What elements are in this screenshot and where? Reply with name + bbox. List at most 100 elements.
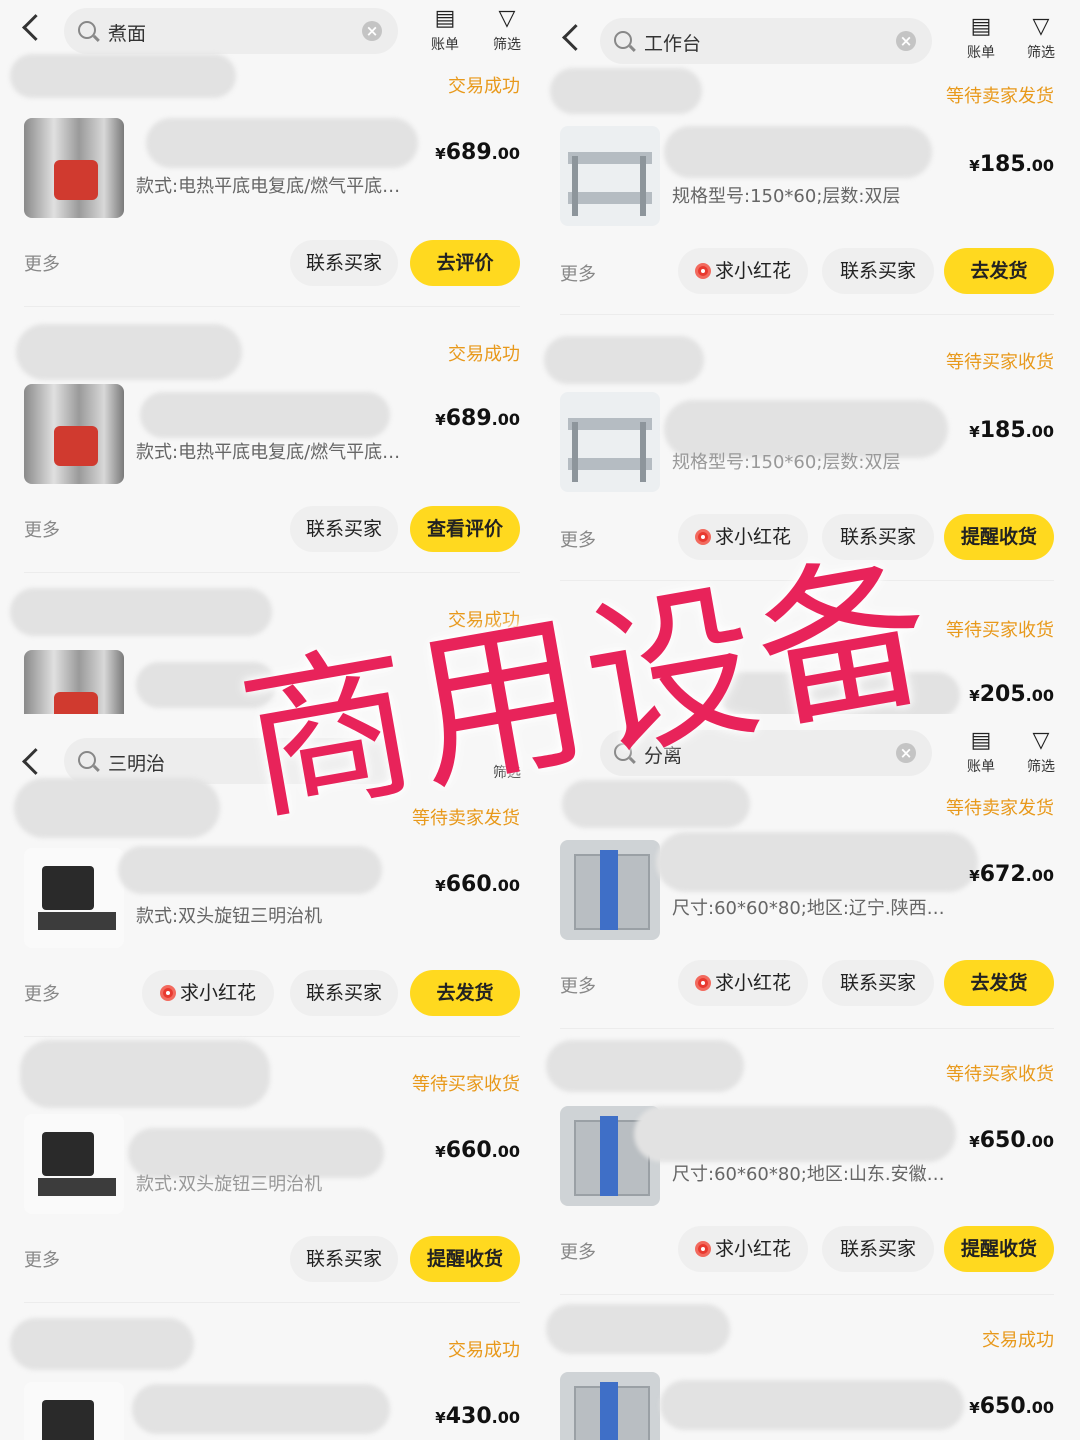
remind-receipt-button[interactable]: 提醒收货 xyxy=(944,1226,1054,1272)
product-spec: 款式:电热平底电复底/燃气平底… xyxy=(136,442,401,463)
buyer-name-redacted xyxy=(14,778,220,838)
order-status: 等待买家收货 xyxy=(946,1064,1054,1085)
flower-icon xyxy=(694,1241,711,1257)
product-title-redacted xyxy=(656,832,978,892)
product-title-redacted xyxy=(146,118,418,168)
product-spec: 款式:双头旋钮三明治机 xyxy=(136,906,323,927)
ship-button[interactable]: 去发货 xyxy=(944,248,1054,294)
ship-button[interactable]: 去发货 xyxy=(410,970,520,1016)
filter-button[interactable]: ▽ 筛选 xyxy=(1016,728,1066,776)
search-icon xyxy=(614,31,632,49)
top-bar: 工作台 × ▤ 账单 ▽ 筛选 xyxy=(540,0,1080,64)
product-thumbnail[interactable] xyxy=(560,126,660,226)
filter-button[interactable]: ▽ 筛选 xyxy=(482,6,532,54)
divider xyxy=(560,1294,1054,1295)
ask-flower-button[interactable]: 求小红花 xyxy=(142,970,274,1016)
product-title-redacted xyxy=(664,126,932,178)
more-link[interactable]: 更多 xyxy=(24,516,60,542)
order-price: ¥205.00 xyxy=(969,682,1054,707)
order-price: ¥689.00 xyxy=(435,406,520,431)
product-thumbnail[interactable] xyxy=(24,118,124,218)
order-status: 交易成功 xyxy=(448,344,520,365)
product-thumbnail[interactable] xyxy=(560,392,660,492)
product-thumbnail[interactable] xyxy=(24,1382,124,1440)
remind-receipt-button[interactable]: 提醒收货 xyxy=(410,1236,520,1282)
bill-icon: ▤ xyxy=(970,728,992,753)
contact-buyer-button[interactable]: 联系买家 xyxy=(290,240,398,286)
product-title-redacted xyxy=(140,392,390,438)
search-box[interactable]: 煮面 × xyxy=(64,8,398,54)
divider xyxy=(560,314,1054,315)
order-price: ¥185.00 xyxy=(969,418,1054,443)
order-price: ¥430.00 xyxy=(435,1404,520,1429)
contact-buyer-button[interactable]: 联系买家 xyxy=(290,506,398,552)
bill-button[interactable]: ▤ 账单 xyxy=(956,14,1006,62)
buyer-name-redacted xyxy=(546,1304,730,1354)
buyer-name-redacted xyxy=(10,1318,194,1370)
contact-buyer-button[interactable]: 联系买家 xyxy=(290,970,398,1016)
contact-buyer-button[interactable]: 联系买家 xyxy=(822,960,934,1006)
search-input[interactable]: 三明治 xyxy=(108,749,165,776)
product-thumbnail[interactable] xyxy=(560,1372,660,1440)
review-button[interactable]: 去评价 xyxy=(410,240,520,286)
product-thumbnail[interactable] xyxy=(24,384,124,484)
clear-icon[interactable]: × xyxy=(362,21,382,41)
ask-flower-button[interactable]: 求小红花 xyxy=(678,248,808,294)
order-price: ¥660.00 xyxy=(435,1138,520,1163)
order-status: 等待买家收货 xyxy=(946,620,1054,641)
product-spec: 尺寸:60*60*80;地区:山东.安徽… xyxy=(672,1164,945,1185)
flower-icon xyxy=(694,263,711,279)
product-thumbnail[interactable] xyxy=(560,840,660,940)
product-spec: 规格型号:150*60;层数:双层 xyxy=(672,452,901,473)
contact-buyer-button[interactable]: 联系买家 xyxy=(822,248,934,294)
contact-buyer-button[interactable]: 联系买家 xyxy=(822,1226,934,1272)
filter-button[interactable]: ▽ 筛选 xyxy=(1016,14,1066,62)
search-input[interactable]: 工作台 xyxy=(644,29,701,56)
more-link[interactable]: 更多 xyxy=(24,1246,60,1272)
divider xyxy=(24,306,520,307)
more-link[interactable]: 更多 xyxy=(560,1238,596,1264)
buyer-name-redacted xyxy=(550,68,702,114)
order-status: 等待卖家发货 xyxy=(946,798,1054,819)
product-thumbnail[interactable] xyxy=(24,848,124,948)
order-price: ¥650.00 xyxy=(969,1394,1054,1419)
order-status: 交易成功 xyxy=(982,1330,1054,1351)
product-thumbnail[interactable] xyxy=(24,1114,124,1214)
divider xyxy=(24,1036,520,1037)
ask-flower-button[interactable]: 求小红花 xyxy=(678,960,808,1006)
more-link[interactable]: 更多 xyxy=(24,980,60,1006)
search-input[interactable]: 煮面 xyxy=(108,19,146,46)
order-status: 等待买家收货 xyxy=(412,1074,520,1095)
divider xyxy=(24,1302,520,1303)
back-arrow-icon[interactable] xyxy=(562,24,589,51)
clear-icon[interactable]: × xyxy=(896,31,916,51)
buyer-name-redacted xyxy=(10,54,236,98)
filter-icon: ▽ xyxy=(498,6,516,31)
product-title-redacted xyxy=(634,1106,956,1162)
order-status: 等待卖家发货 xyxy=(946,86,1054,107)
filter-icon: ▽ xyxy=(1032,14,1050,39)
order-price: ¥672.00 xyxy=(969,862,1054,887)
bill-icon: ▤ xyxy=(970,14,992,39)
product-spec: 款式:电热平底电复底/燃气平底… xyxy=(136,176,401,197)
buyer-name-redacted xyxy=(20,1040,270,1108)
order-price: ¥660.00 xyxy=(435,872,520,897)
product-thumbnail[interactable] xyxy=(24,650,124,714)
buyer-name-redacted xyxy=(544,336,704,384)
search-box[interactable]: 工作台 × xyxy=(600,18,932,64)
back-arrow-icon[interactable] xyxy=(22,748,49,775)
more-link[interactable]: 更多 xyxy=(560,972,596,998)
contact-buyer-button[interactable]: 联系买家 xyxy=(290,1236,398,1282)
order-status: 交易成功 xyxy=(448,1340,520,1361)
bill-button[interactable]: ▤ 账单 xyxy=(956,728,1006,776)
product-title-redacted xyxy=(660,1380,964,1430)
more-link[interactable]: 更多 xyxy=(560,260,596,286)
search-icon xyxy=(78,751,96,769)
remind-receipt-button[interactable]: 提醒收货 xyxy=(944,514,1054,560)
bill-button[interactable]: ▤ 账单 xyxy=(420,6,470,54)
back-arrow-icon[interactable] xyxy=(22,14,49,41)
ship-button[interactable]: 去发货 xyxy=(944,960,1054,1006)
more-link[interactable]: 更多 xyxy=(24,250,60,276)
buyer-name-redacted xyxy=(16,324,242,380)
ask-flower-button[interactable]: 求小红花 xyxy=(678,1226,808,1272)
